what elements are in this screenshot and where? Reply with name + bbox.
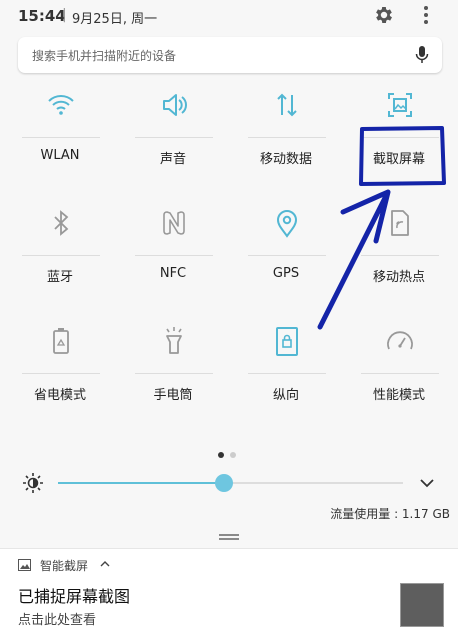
- annotation-arrow: [317, 189, 391, 330]
- annotation-box: [359, 126, 446, 186]
- annotation-overlay: [317, 126, 446, 330]
